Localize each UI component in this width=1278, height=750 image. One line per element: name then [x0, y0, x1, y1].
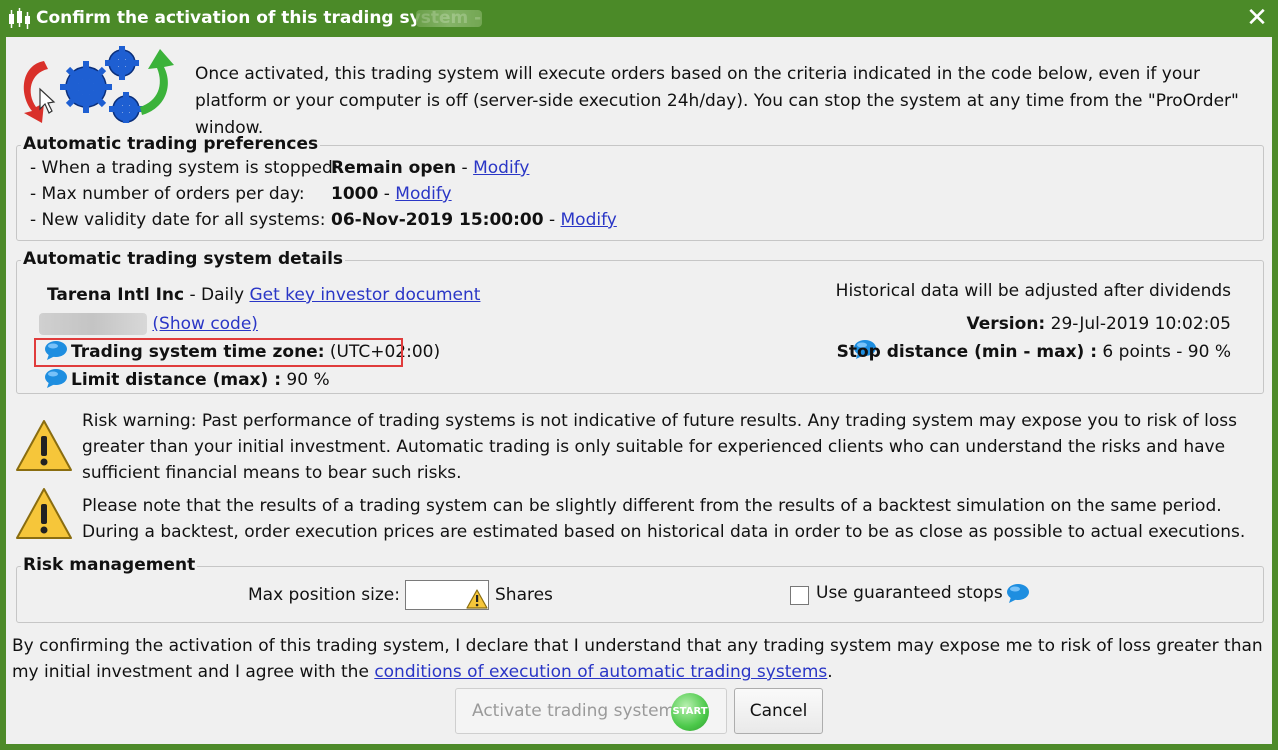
warning-icon — [14, 486, 74, 547]
input-warning-icon — [466, 589, 488, 614]
dialog-body: Once activated, this trading system will… — [6, 37, 1272, 744]
info-bubble-icon[interactable] — [1006, 583, 1030, 608]
kid-link[interactable]: Get key investor document — [249, 285, 480, 305]
pref-validity-row: 06-Nov-2019 15:00:00 - Modify — [331, 210, 617, 230]
close-icon[interactable]: ✕ — [1242, 3, 1272, 33]
info-bubble-icon[interactable] — [44, 368, 68, 393]
warning-icon — [14, 418, 74, 479]
show-code-link[interactable]: (Show code) — [152, 314, 258, 334]
activate-button[interactable]: Activate trading system START — [455, 688, 727, 734]
dialog-window: Confirm the activation of this trading s… — [0, 0, 1278, 750]
instrument-name: Tarena Intl Inc — [47, 285, 185, 305]
pref-separator: - — [378, 184, 390, 204]
activation-gears-icon — [14, 43, 184, 128]
pref-max-orders-value: 1000 — [331, 184, 379, 204]
title-bar[interactable]: Confirm the activation of this trading s… — [0, 0, 1278, 37]
intro-text: Once activated, this trading system will… — [195, 64, 1239, 138]
modify-max-orders-link[interactable]: Modify — [395, 184, 451, 204]
window-title: Confirm the activation of this trading s… — [36, 8, 482, 28]
modify-stopped-link[interactable]: Modify — [473, 158, 529, 178]
redacted-title-suffix — [416, 10, 482, 27]
pref-max-orders-row: 1000 - Modify — [331, 184, 452, 204]
stop-value: 6 points - 90 % — [1097, 342, 1231, 362]
pref-separator: - — [543, 210, 556, 230]
details-legend: Automatic trading system details — [21, 249, 346, 269]
limit-row: Limit distance (max) : 90 % — [71, 370, 330, 390]
backtest-warning-text: Please note that the results of a tradin… — [82, 496, 1246, 542]
timezone-highlight — [34, 338, 403, 367]
modify-validity-link[interactable]: Modify — [561, 210, 617, 230]
declaration-text: By confirming the activation of this tra… — [12, 633, 1268, 685]
instrument-row: Tarena Intl Inc - Daily Get key investor… — [47, 285, 480, 305]
pref-stopped-label: - When a trading system is stopped: — [30, 158, 339, 178]
activate-label: Activate trading system — [472, 701, 676, 721]
version-value: 29-Jul-2019 10:02:05 — [1045, 314, 1231, 334]
conditions-link[interactable]: conditions of execution of automatic tra… — [374, 662, 827, 682]
candlestick-chart-icon — [6, 8, 32, 35]
stop-label: Stop distance (min - max) : — [836, 342, 1098, 362]
code-row: (Show code) — [39, 313, 258, 335]
risk-warning-text: Risk warning: Past performance of tradin… — [82, 411, 1237, 483]
limit-label: Limit distance (max) : — [71, 370, 281, 390]
version-label: Version: — [966, 314, 1046, 334]
redacted-system-name — [39, 313, 147, 335]
cancel-button[interactable]: Cancel — [734, 688, 823, 734]
guaranteed-stops-checkbox[interactable] — [790, 586, 809, 605]
pref-max-orders-label: - Max number of orders per day: — [30, 184, 305, 204]
declaration-end: . — [827, 662, 833, 682]
limit-value: 90 % — [281, 370, 330, 390]
pref-validity-label: - New validity date for all systems: — [30, 210, 326, 230]
pref-validity-value: 06-Nov-2019 15:00:00 — [331, 210, 544, 230]
risk-management-legend: Risk management — [21, 555, 198, 575]
version-row: Version: 29-Jul-2019 10:02:05 — [967, 314, 1231, 334]
pref-separator: - — [456, 158, 468, 178]
units-label: Shares — [495, 585, 553, 605]
stop-row: Stop distance (min - max) : 6 points - 9… — [837, 342, 1231, 362]
max-position-label: Max position size: — [248, 585, 400, 605]
dividends-note: Historical data will be adjusted after d… — [835, 281, 1231, 301]
pref-stopped-value: Remain open — [331, 158, 457, 178]
start-badge-icon: START — [671, 693, 709, 731]
risk-management-group: Risk management — [16, 555, 1264, 623]
preferences-legend: Automatic trading preferences — [21, 134, 321, 154]
instrument-period: - Daily — [184, 285, 250, 305]
pref-stopped-row: Remain open - Modify — [331, 158, 529, 178]
guaranteed-stops-label[interactable]: Use guaranteed stops — [816, 583, 1003, 603]
